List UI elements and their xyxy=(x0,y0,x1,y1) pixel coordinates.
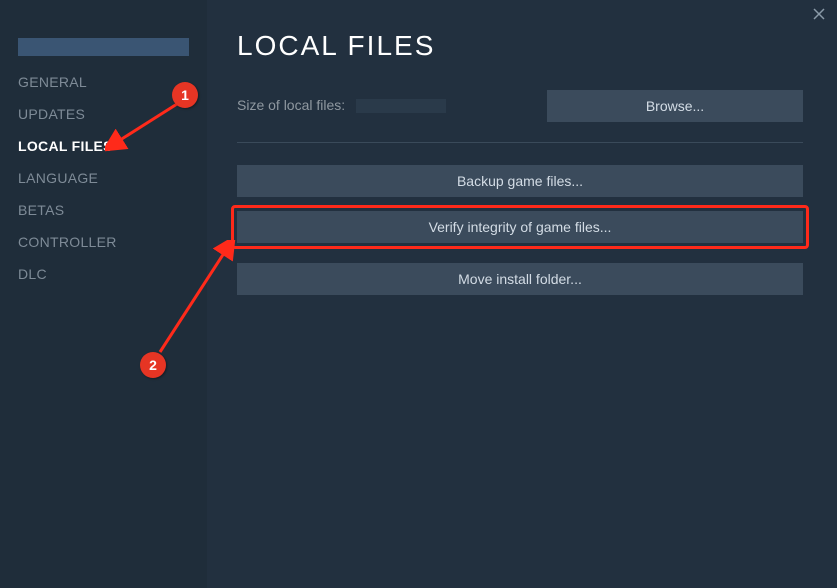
browse-button[interactable]: Browse... xyxy=(547,90,803,122)
move-button[interactable]: Move install folder... xyxy=(237,263,803,295)
sidebar-item-label: DLC xyxy=(18,266,47,282)
backup-button[interactable]: Backup game files... xyxy=(237,165,803,197)
page-title: LOCAL FILES xyxy=(237,30,803,62)
annotation-badge-1: 1 xyxy=(172,82,198,108)
close-icon[interactable] xyxy=(811,6,827,22)
sidebar-item-controller[interactable]: CONTROLLER xyxy=(0,226,207,258)
size-value xyxy=(356,99,446,113)
sidebar-item-label: UPDATES xyxy=(18,106,85,122)
move-row: Move install folder... xyxy=(237,263,803,295)
sidebar-item-language[interactable]: LANGUAGE xyxy=(0,162,207,194)
verify-row: Verify integrity of game files... xyxy=(237,211,803,243)
backup-row: Backup game files... xyxy=(237,165,803,197)
sidebar-item-label: BETAS xyxy=(18,202,64,218)
sidebar-item-label: LOCAL FILES xyxy=(18,138,113,154)
sidebar-item-dlc[interactable]: DLC xyxy=(0,258,207,290)
sidebar-item-label: GENERAL xyxy=(18,74,87,90)
size-label: Size of local files: xyxy=(237,97,345,113)
divider xyxy=(237,142,803,143)
size-row: Size of local files: Browse... xyxy=(237,90,803,122)
sidebar-item-betas[interactable]: BETAS xyxy=(0,194,207,226)
sidebar-item-label: CONTROLLER xyxy=(18,234,117,250)
properties-dialog: GENERAL UPDATES LOCAL FILES LANGUAGE BET… xyxy=(0,0,837,588)
sidebar-item-local-files[interactable]: LOCAL FILES xyxy=(0,130,207,162)
sidebar-header-highlight xyxy=(18,38,189,56)
verify-button[interactable]: Verify integrity of game files... xyxy=(237,211,803,243)
annotation-badge-2: 2 xyxy=(140,352,166,378)
sidebar-item-label: LANGUAGE xyxy=(18,170,98,186)
main-panel: LOCAL FILES Size of local files: Browse.… xyxy=(207,0,837,588)
size-label-wrap: Size of local files: xyxy=(237,97,446,115)
